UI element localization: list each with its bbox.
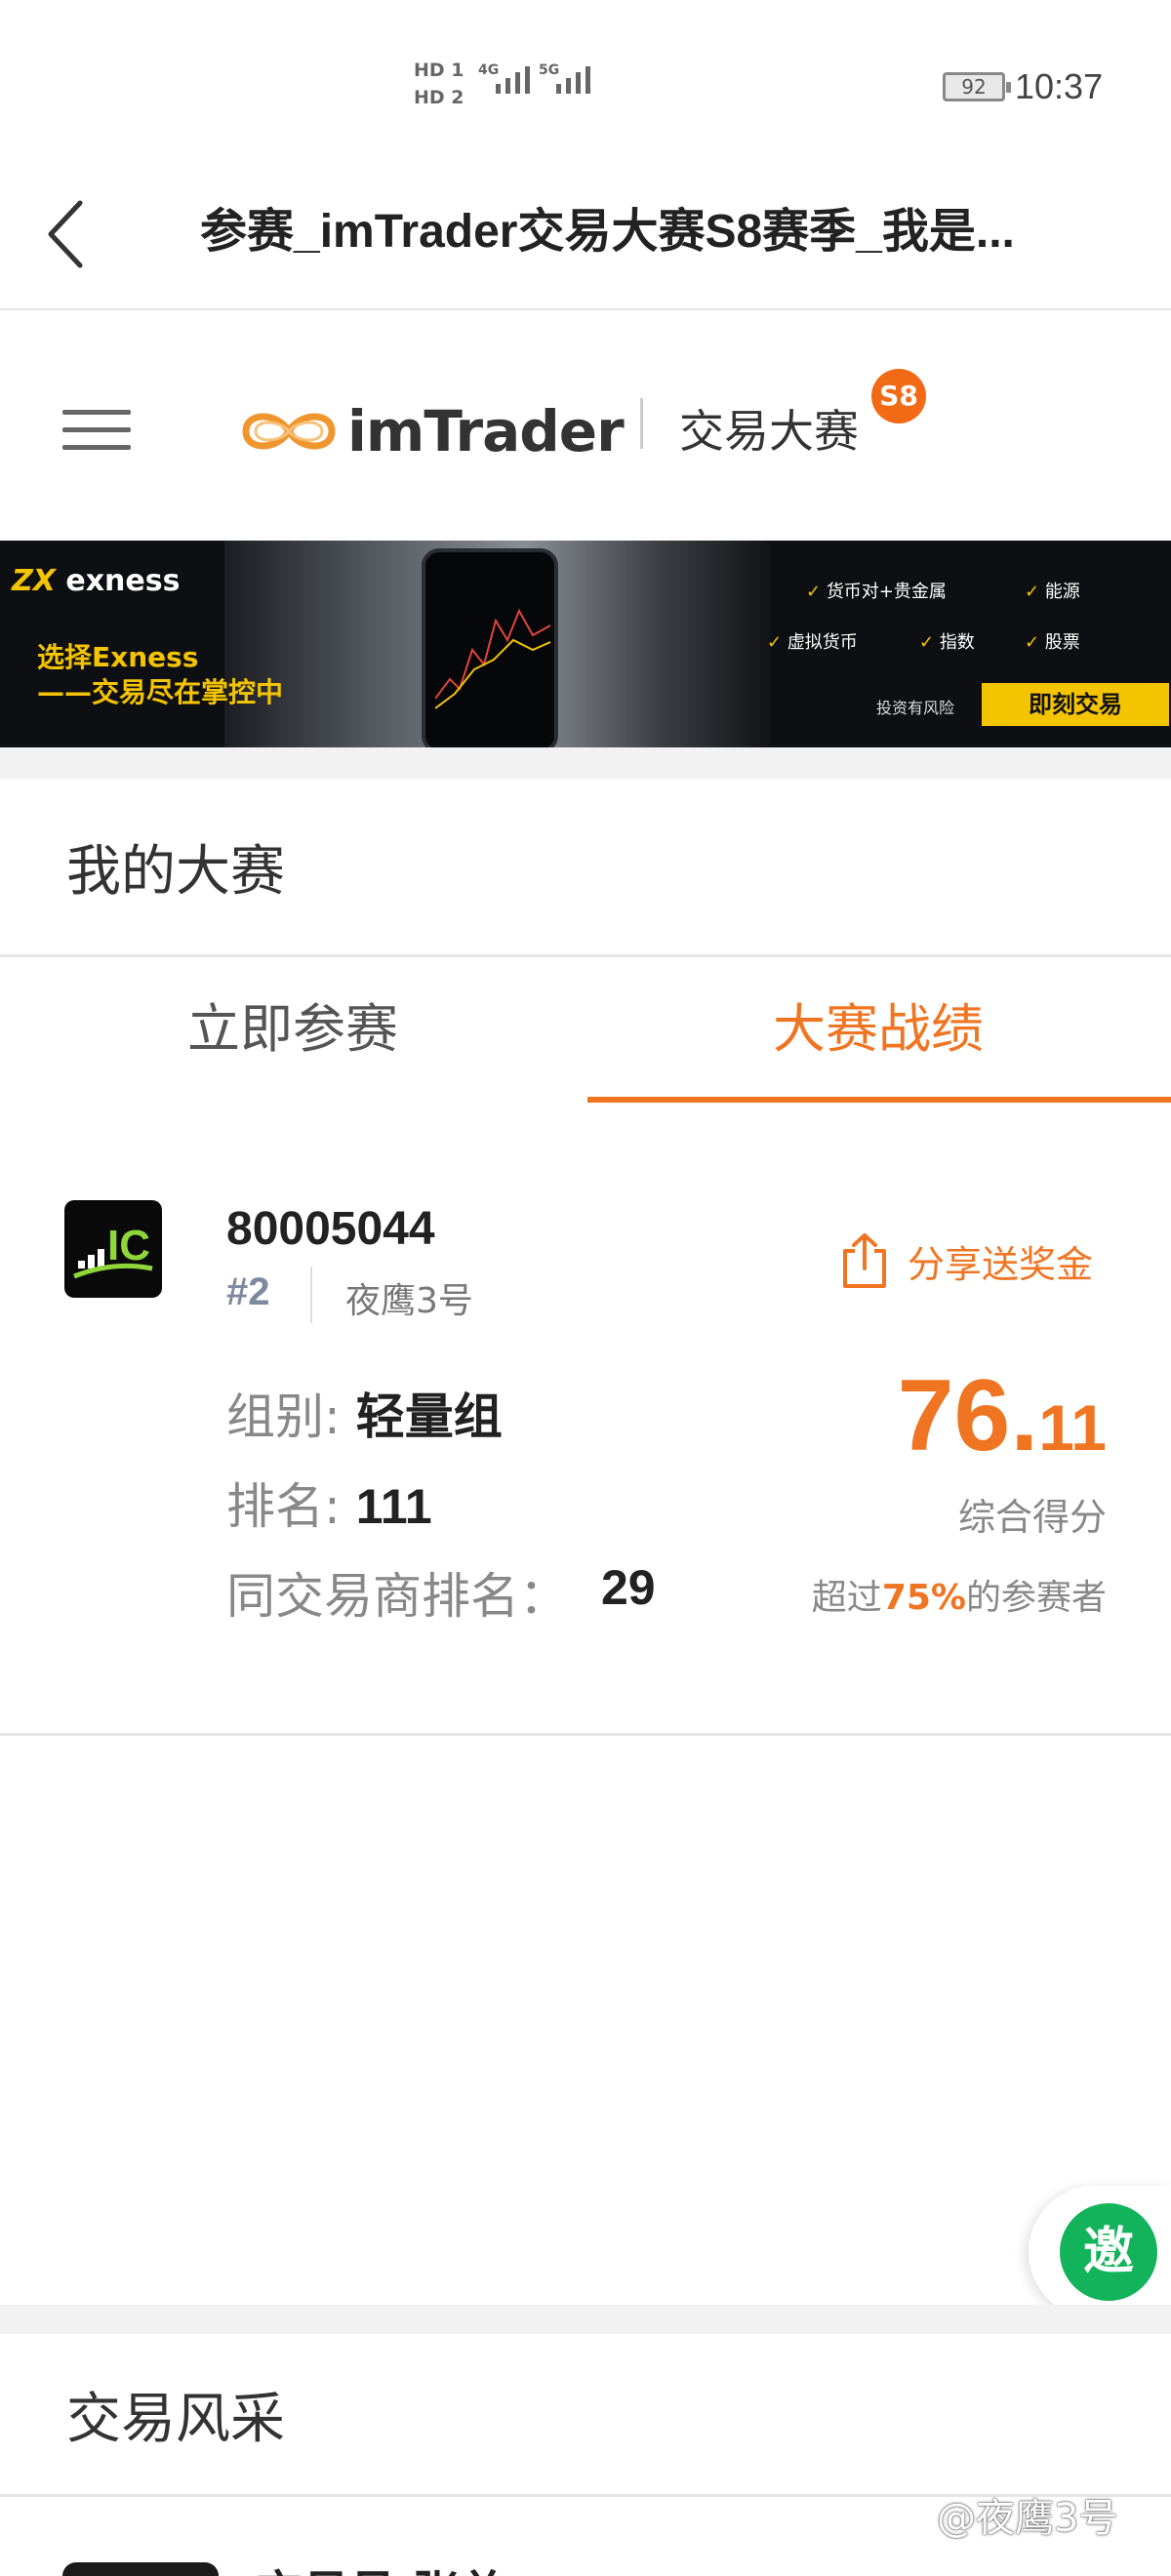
group-value: 轻量组 [355,1389,503,1445]
banner-feature: 指数 [919,628,975,654]
brand-header: imTrader 交易大赛 S8 [0,312,1171,539]
group-label: 组别: [226,1389,341,1445]
composite-score: 76.11 [898,1358,1107,1474]
logo-text: imTrader [347,398,625,464]
banner-feature: 虚拟货币 [767,628,858,654]
trade-now-button[interactable]: 即刻交易 [982,683,1169,726]
group-row: 组别: 轻量组 [226,1378,503,1448]
status-bar: HD 1 HD 2 4G 5G 92 10:37 [0,0,1171,166]
net1-label: 4G [478,62,500,78]
exness-logo: ZX exness [12,564,181,598]
net2-label: 5G [539,62,560,78]
active-tab-indicator [587,1097,1171,1103]
page-title: 参赛_imTrader交易大赛S8赛季_我是... [200,206,1015,258]
score-decimal: 11 [1038,1391,1107,1464]
nickname: 夜鹰3号 [345,1281,473,1321]
trade-showcase-title: 交易风采 [66,2388,285,2451]
my-contest-title: 我的大赛 [66,840,285,904]
hd2-label: HD 2 [414,87,464,108]
score-integer: 76. [897,1359,1039,1472]
trader-name[interactable]: 交易员 张总 [256,2555,506,2576]
banner-line1: 选择Exness [37,641,199,673]
rank-number: #2 [226,1270,270,1313]
hd1-label: HD 1 [414,60,464,81]
banner-feature: 股票 [1025,628,1080,654]
tab-contest-record[interactable]: 大赛战绩 [586,976,1171,1083]
battery-icon: 92 [943,72,1011,101]
banner-feature: 货币对+贵金属 [806,578,947,603]
phone-chart-image [422,548,558,747]
tab-join-now[interactable]: 立即参赛 [0,976,586,1083]
divider [310,1267,312,1323]
score-label: 综合得分 [957,1496,1107,1539]
invite-button[interactable]: 邀 [1060,2203,1157,2301]
risk-notice: 投资有风险 [876,699,955,717]
avatar: IC [64,1200,162,1298]
nav-header: 参赛_imTrader交易大赛S8赛季_我是... [0,166,1171,310]
hd-indicator: HD 1 HD 2 [414,57,466,111]
exness-ad-banner[interactable]: ZX exness 选择Exness ——交易尽在掌控中 货币对+贵金属 能源 … [0,541,1171,747]
trader-avatar[interactable] [62,2562,219,2576]
infinity-logo-icon [242,413,336,450]
rank-value: 111 [355,1479,432,1534]
logo-divider [640,398,643,449]
broker-rank-label: 同交易商排名： [226,1568,568,1625]
season-badge: S8 [871,369,926,423]
banner-line2: ——交易尽在掌控中 [37,676,284,708]
account-id: 80005044 [226,1203,435,1255]
signal-4g-icon: 4G [478,62,530,94]
divider [0,1733,1171,1736]
imtrader-logo[interactable]: imTrader [238,392,625,470]
invite-float[interactable]: 邀 [1029,2186,1171,2318]
rank-label: 排名: [226,1478,341,1535]
share-icon [843,1233,886,1288]
rank-row: 排名: 111 [226,1468,432,1538]
section-gap [0,747,1171,779]
banner-feature: 能源 [1025,578,1080,603]
beat-percentage: 超过75%的参赛者 [811,1578,1107,1618]
hamburger-icon[interactable] [62,410,131,455]
contest-subtitle: 交易大赛 [679,405,859,458]
signal-5g-icon: 5G [539,62,590,94]
beat-percent: 75% [881,1578,966,1618]
chevron-left-icon[interactable] [41,195,100,273]
broker-rank-row: 同交易商排名： [226,1557,568,1628]
section-gap [0,2305,1171,2334]
watermark: @夜鹰3号 [937,2496,1118,2541]
clock: 10:37 [1015,66,1104,106]
share-label: 分享送奖金 [908,1242,1094,1286]
share-bonus-button[interactable]: 分享送奖金 [839,1231,1093,1290]
divider [0,954,1171,957]
broker-rank-value: 29 [601,1560,656,1615]
